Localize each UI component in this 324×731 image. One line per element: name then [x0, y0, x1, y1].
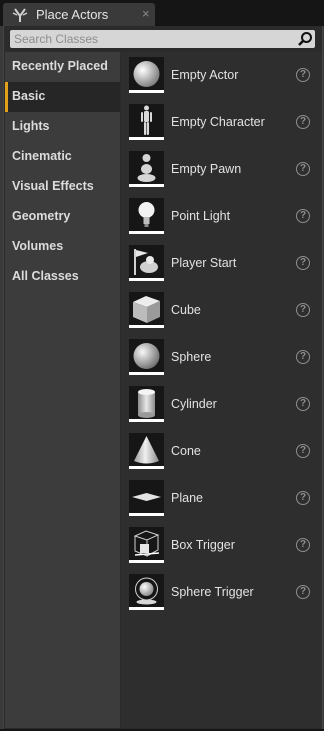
category-label: Lights — [12, 119, 50, 133]
cone-icon — [129, 433, 164, 469]
item-label: Box Trigger — [171, 538, 235, 552]
point-light-icon — [129, 198, 164, 234]
help-icon[interactable]: ? — [296, 350, 310, 364]
empty-actor-icon — [129, 57, 164, 93]
category-cinematic[interactable]: Cinematic — [5, 142, 120, 172]
list-item-point-light[interactable]: Point Light ? — [121, 193, 322, 240]
item-label: Plane — [171, 491, 203, 505]
place-actors-panel: Search Classes Recently Placed Basic Lig… — [3, 26, 323, 729]
list-item-player-start[interactable]: Player Start ? — [121, 240, 322, 287]
tab-place-actors[interactable]: Place Actors × — [3, 3, 155, 26]
category-label: Volumes — [12, 239, 64, 253]
place-actors-icon — [12, 8, 28, 22]
help-icon[interactable]: ? — [296, 491, 310, 505]
item-label: Cone — [171, 444, 201, 458]
help-icon[interactable]: ? — [296, 162, 310, 176]
category-visual-effects[interactable]: Visual Effects — [5, 172, 120, 202]
help-icon[interactable]: ? — [296, 256, 310, 270]
search-placeholder: Search Classes — [14, 32, 99, 46]
item-label: Empty Actor — [171, 68, 239, 82]
empty-character-icon — [129, 104, 164, 140]
cylinder-icon — [129, 386, 164, 422]
item-label: Sphere — [171, 350, 212, 364]
tab-title: Place Actors — [36, 7, 109, 22]
help-icon[interactable]: ? — [296, 397, 310, 411]
item-label: Empty Character — [171, 115, 265, 129]
list-item-empty-actor[interactable]: Empty Actor ? — [121, 52, 322, 99]
tab-bar: Place Actors × — [0, 0, 324, 26]
category-basic[interactable]: Basic — [5, 82, 120, 112]
category-volumes[interactable]: Volumes — [5, 232, 120, 262]
category-label: Geometry — [12, 209, 71, 223]
help-icon[interactable]: ? — [296, 585, 310, 599]
list-item-sphere[interactable]: Sphere ? — [121, 334, 322, 381]
box-trigger-icon — [129, 527, 164, 563]
search-input[interactable]: Search Classes — [10, 30, 315, 48]
category-label: Cinematic — [12, 149, 72, 163]
list-item-cube[interactable]: Cube ? — [121, 287, 322, 334]
category-geometry[interactable]: Geometry — [5, 202, 120, 232]
list-item-box-trigger[interactable]: Box Trigger ? — [121, 522, 322, 569]
category-recently-placed[interactable]: Recently Placed — [5, 52, 120, 82]
item-label: Point Light — [171, 209, 231, 223]
category-sidebar: Recently Placed Basic Lights Cinematic V… — [5, 52, 120, 728]
category-label: Basic — [12, 89, 46, 103]
help-icon[interactable]: ? — [296, 68, 310, 82]
help-icon[interactable]: ? — [296, 209, 310, 223]
list-item-cone[interactable]: Cone ? — [121, 428, 322, 475]
item-label: Sphere Trigger — [171, 585, 254, 599]
sphere-icon — [129, 339, 164, 375]
category-label: All Classes — [12, 269, 79, 283]
list-item-cylinder[interactable]: Cylinder ? — [121, 381, 322, 428]
help-icon[interactable]: ? — [296, 444, 310, 458]
plane-icon — [129, 480, 164, 516]
list-item-empty-pawn[interactable]: Empty Pawn ? — [121, 146, 322, 193]
item-label: Player Start — [171, 256, 237, 270]
player-start-icon — [129, 245, 164, 281]
actor-list: Empty Actor ? Empty Character ? Empty Pa… — [121, 52, 322, 728]
sphere-trigger-icon — [129, 574, 164, 610]
help-icon[interactable]: ? — [296, 115, 310, 129]
help-icon[interactable]: ? — [296, 303, 310, 317]
search-icon[interactable] — [297, 31, 313, 47]
category-all-classes[interactable]: All Classes — [5, 262, 120, 292]
cube-icon — [129, 292, 164, 328]
category-label: Recently Placed — [12, 59, 108, 73]
list-item-sphere-trigger[interactable]: Sphere Trigger ? — [121, 569, 322, 616]
empty-pawn-icon — [129, 151, 164, 187]
help-icon[interactable]: ? — [296, 538, 310, 552]
item-label: Empty Pawn — [171, 162, 242, 176]
item-label: Cube — [171, 303, 201, 317]
list-item-empty-character[interactable]: Empty Character ? — [121, 99, 322, 146]
category-lights[interactable]: Lights — [5, 112, 120, 142]
category-label: Visual Effects — [12, 179, 94, 193]
list-item-plane[interactable]: Plane ? — [121, 475, 322, 522]
item-label: Cylinder — [171, 397, 217, 411]
close-icon[interactable]: × — [142, 6, 150, 21]
